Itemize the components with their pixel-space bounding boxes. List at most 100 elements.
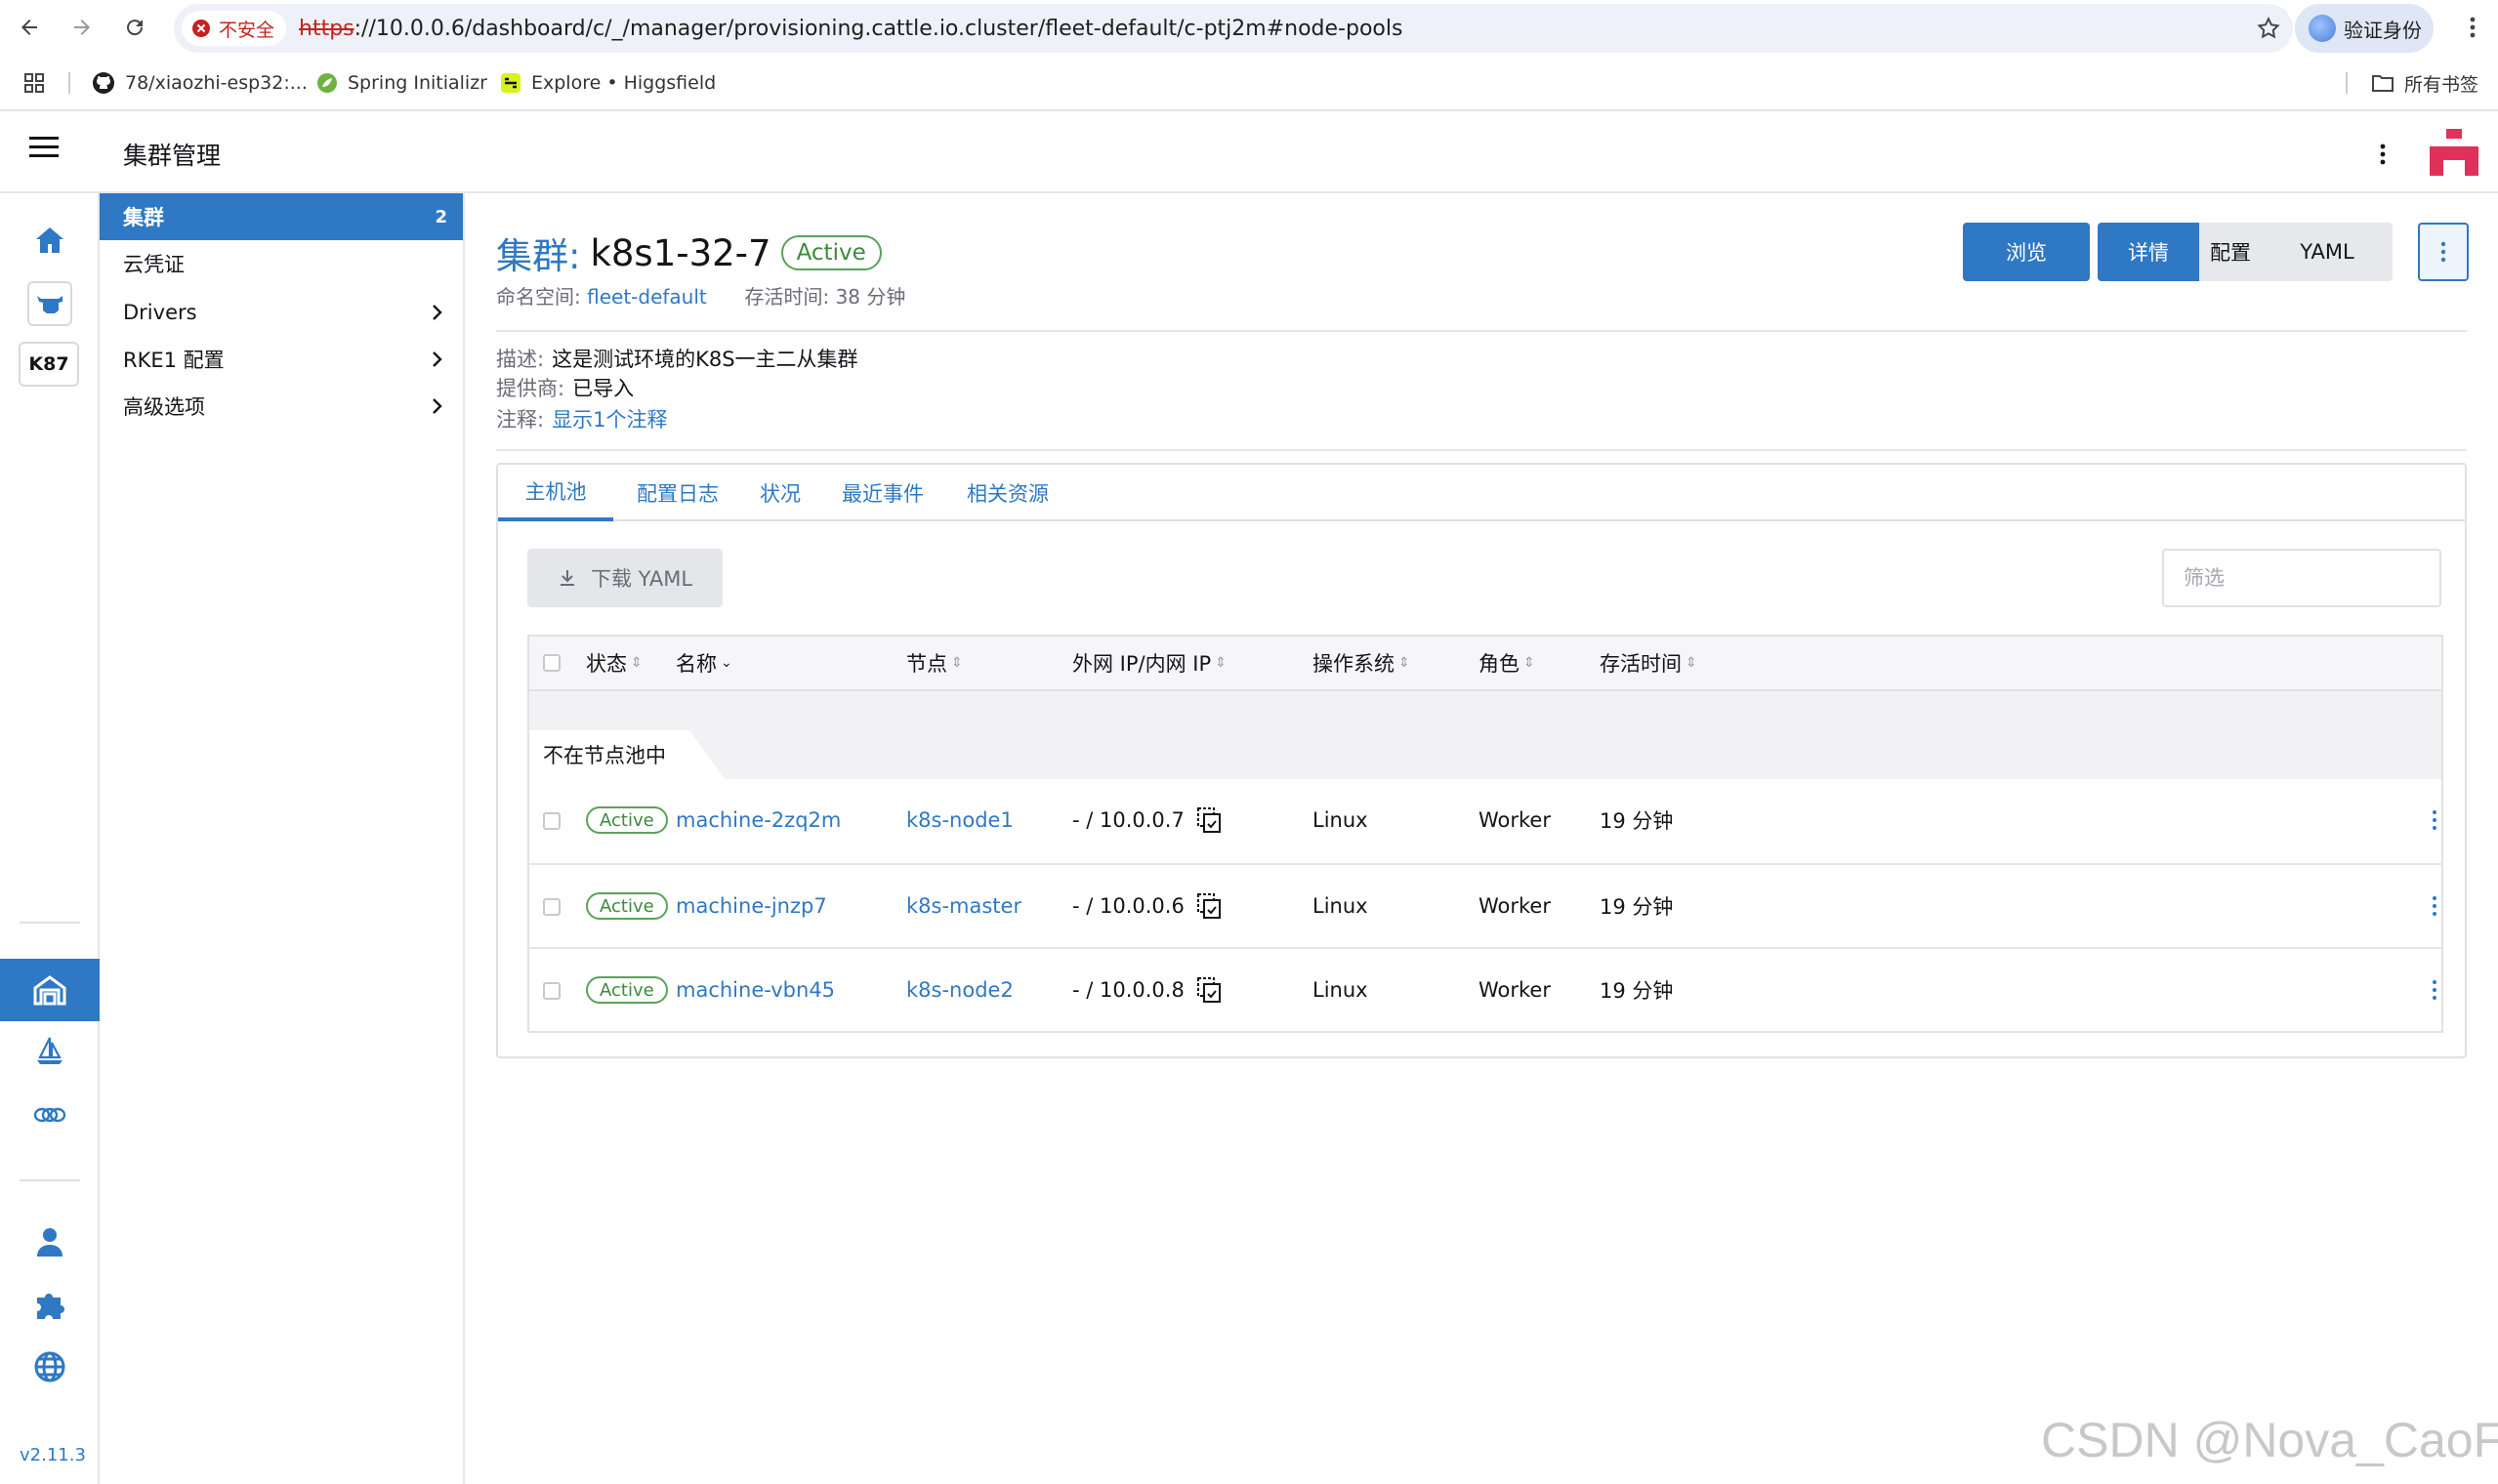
machine-name-link[interactable]: machine-vbn45 <box>676 978 835 1002</box>
sailboat-icon <box>37 1037 62 1064</box>
puzzle-icon <box>37 1294 64 1319</box>
tab-conditions[interactable]: 状况 <box>746 465 814 521</box>
version-label[interactable]: v2.11.3 <box>20 1445 86 1465</box>
apps-button[interactable] <box>23 68 45 98</box>
row-actions-button[interactable] <box>2420 886 2449 926</box>
detail-button[interactable]: 详情 <box>2098 223 2199 281</box>
app-title: 集群管理 <box>123 142 222 170</box>
tab-recent-events[interactable]: 最近事件 <box>828 465 937 521</box>
reload-button[interactable] <box>115 8 154 47</box>
sidenav-item-clusters[interactable]: 集群 2 <box>100 193 463 240</box>
address-bar[interactable]: 不安全 https://10.0.0.6/dashboard/c/_/manag… <box>174 4 2293 53</box>
kebab-icon <box>2380 144 2386 165</box>
row-actions-button[interactable] <box>2420 970 2449 1010</box>
sort-icon: ⇕ <box>1215 655 1227 671</box>
verify-label: 验证身份 <box>2344 18 2422 42</box>
column-header-age[interactable]: 存活时间 ⇕ <box>1600 637 1697 689</box>
column-header-role[interactable]: 角色 ⇕ <box>1478 637 1535 689</box>
users-rail-button[interactable] <box>30 1222 69 1261</box>
header-divider <box>496 330 2467 332</box>
all-bookmarks-button[interactable]: 所有书签 <box>2371 68 2478 98</box>
app-header: 集群管理 <box>0 113 2498 193</box>
config-button[interactable]: 配置 <box>2199 223 2262 281</box>
tab-related-resources[interactable]: 相关资源 <box>953 465 1062 521</box>
node-link[interactable]: k8s-master <box>906 894 1021 918</box>
insecure-label: 不安全 <box>219 19 275 41</box>
ip-value: - / 10.0.0.6 <box>1072 894 1185 918</box>
copy-icon[interactable] <box>1196 806 1222 834</box>
ip-value: - / 10.0.0.8 <box>1072 978 1185 1002</box>
extensions-puzzle-rail-button[interactable] <box>30 1285 69 1324</box>
home-rail-button[interactable] <box>30 221 69 260</box>
column-header-os[interactable]: 操作系统 ⇕ <box>1312 637 1410 689</box>
show-annotations-link[interactable]: 显示1个注释 <box>552 408 667 432</box>
age-value: 19 分钟 <box>1600 895 1674 919</box>
column-header-state[interactable]: 状态 ⇕ <box>586 637 643 689</box>
row-status-badge: Active <box>586 806 668 834</box>
verify-identity-button[interactable]: 验证身份 <box>2295 4 2434 53</box>
back-button[interactable] <box>10 8 49 47</box>
menu-button[interactable] <box>29 137 59 158</box>
kebab-icon <box>2433 810 2436 830</box>
extensions-rail-button[interactable] <box>30 1095 69 1134</box>
download-yaml-button[interactable]: 下载 YAML <box>527 549 723 607</box>
sidenav-item-cloud-credentials[interactable]: 云凭证 <box>100 240 463 287</box>
forward-button[interactable] <box>62 8 102 47</box>
continuous-delivery-rail-button[interactable] <box>30 1031 69 1070</box>
github-icon <box>93 72 114 94</box>
browser-chrome: 不安全 https://10.0.0.6/dashboard/c/_/manag… <box>0 0 2498 111</box>
kebab-icon <box>2440 241 2446 263</box>
select-all-checkbox[interactable] <box>543 654 561 672</box>
row-checkbox[interactable] <box>543 982 561 1000</box>
spring-leaf-icon <box>317 73 337 93</box>
user-avatar[interactable] <box>2426 125 2482 182</box>
machine-name-link[interactable]: machine-jnzp7 <box>676 894 827 918</box>
cluster-management-rail-button[interactable] <box>0 959 100 1021</box>
node-link[interactable]: k8s-node1 <box>906 808 1014 832</box>
folder-icon <box>2372 75 2394 92</box>
machine-name-link[interactable]: machine-2zq2m <box>676 808 841 832</box>
sidenav-label: Drivers <box>123 301 197 324</box>
hamburger-icon <box>29 137 59 157</box>
sidenav-item-rke1-config[interactable]: RKE1 配置 <box>100 336 463 383</box>
kebab-icon <box>2433 896 2436 916</box>
tab-node-pools[interactable]: 主机池 <box>498 465 613 521</box>
bookmark-star-button[interactable] <box>2244 4 2293 53</box>
column-header-ip[interactable]: 外网 IP/内网 IP ⇕ <box>1072 637 1227 689</box>
yaml-button[interactable]: YAML <box>2262 223 2393 281</box>
sidenav-item-advanced[interactable]: 高级选项 <box>100 383 463 430</box>
namespace-link[interactable]: fleet-default <box>587 285 707 309</box>
cluster-actions-menu-button[interactable] <box>2418 223 2469 281</box>
copy-icon[interactable] <box>1196 892 1222 920</box>
bookmark-item[interactable]: Spring Initializr <box>316 68 487 98</box>
row-checkbox[interactable] <box>543 898 561 916</box>
sidenav-item-drivers[interactable]: Drivers <box>100 289 463 336</box>
url-text[interactable]: https://10.0.0.6/dashboard/c/_/manager/p… <box>299 17 1402 41</box>
cluster-k87-rail-button[interactable]: K87 <box>19 342 79 387</box>
node-link[interactable]: k8s-node2 <box>906 978 1014 1002</box>
bookmark-item[interactable]: 78/xiaozhi-esp32:... <box>92 68 308 98</box>
filter-input[interactable] <box>2162 549 2441 607</box>
copy-icon[interactable] <box>1196 976 1222 1004</box>
row-actions-button[interactable] <box>2420 801 2449 840</box>
tab-provisioning-log[interactable]: 配置日志 <box>623 465 732 521</box>
os-value: Linux <box>1312 978 1368 1002</box>
user-icon <box>37 1228 62 1257</box>
browser-menu-button[interactable] <box>2453 8 2492 47</box>
local-cluster-rail-button[interactable] <box>27 281 72 326</box>
global-settings-rail-button[interactable] <box>30 1347 69 1386</box>
os-value: Linux <box>1312 808 1368 832</box>
bookmark-item[interactable]: Explore • Higgsfield <box>500 68 716 98</box>
security-indicator[interactable]: 不安全 <box>182 11 287 46</box>
column-header-name[interactable]: 名称 ⌄ <box>676 637 732 689</box>
browse-button[interactable]: 浏览 <box>1963 223 2090 281</box>
row-status-badge: Active <box>586 892 668 920</box>
group-band: 不在节点池中 <box>529 691 2441 779</box>
age-value: 38 分钟 <box>835 285 906 309</box>
bookmark-divider <box>2346 72 2348 94</box>
column-header-node[interactable]: 节点 ⇕ <box>906 637 963 689</box>
row-checkbox[interactable] <box>543 812 561 830</box>
url-scheme: https <box>299 17 354 41</box>
header-menu-button[interactable] <box>2363 135 2402 174</box>
sort-icon: ⇕ <box>951 655 963 671</box>
